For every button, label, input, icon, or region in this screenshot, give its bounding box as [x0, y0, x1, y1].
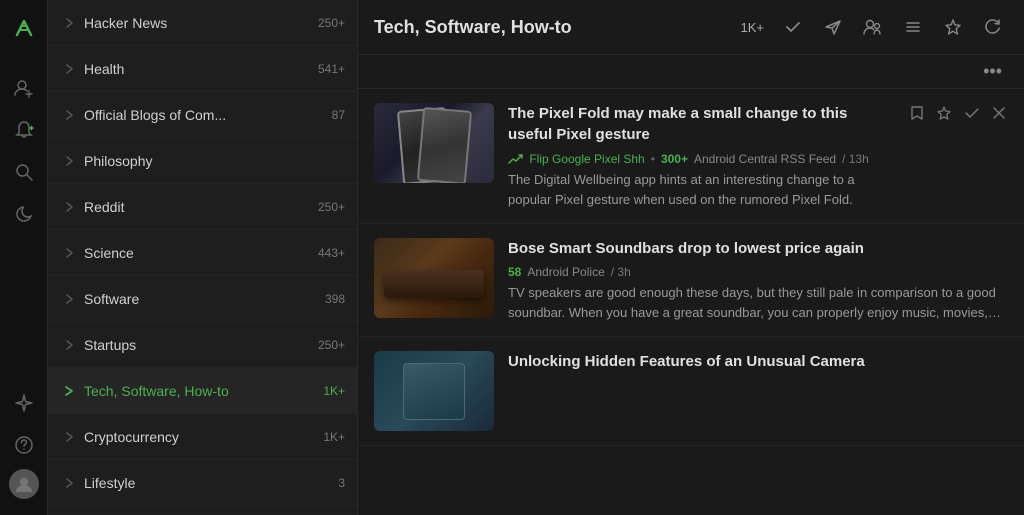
favorites-icon[interactable]: [938, 12, 968, 42]
main-header: Tech, Software, How-to 1K+: [358, 0, 1024, 55]
chevron-icon: [60, 60, 78, 78]
article-time: / 3h: [611, 265, 631, 279]
sidebar-item-count: 443+: [318, 246, 345, 260]
article-thumbnail: [374, 238, 494, 318]
bookmark-icon[interactable]: [908, 103, 926, 128]
article-description: TV speakers are good enough these days, …: [508, 283, 1008, 322]
article-time: / 13h: [842, 152, 869, 166]
sidebar-item-hacker-news[interactable]: Hacker News 250+: [48, 0, 357, 46]
night-mode-icon[interactable]: [6, 196, 42, 232]
source-name: Flip Google Pixel Shh: [508, 151, 645, 166]
sidebar-item-software[interactable]: Software 398: [48, 276, 357, 322]
sparkle-icon[interactable]: [6, 385, 42, 421]
sidebar-item-label: Official Blogs of Com...: [84, 107, 324, 123]
article-source-row: Flip Google Pixel Shh • 300+ Android Cen…: [508, 151, 894, 166]
more-options-row: •••: [358, 55, 1024, 89]
chevron-icon: [60, 336, 78, 354]
article-feed-name: Android Central RSS Feed: [694, 152, 836, 166]
sidebar-item-lifestyle[interactable]: Lifestyle 3: [48, 460, 357, 506]
sidebar-item-label: Reddit: [84, 199, 310, 215]
sidebar-item-label: Science: [84, 245, 310, 261]
sidebar-item-official-blogs-of-com-[interactable]: Official Blogs of Com... 87: [48, 92, 357, 138]
article-content: Bose Smart Soundbars drop to lowest pric…: [508, 238, 1008, 322]
sidebar-item-startups[interactable]: Startups 250+: [48, 322, 357, 368]
article-list: The Pixel Fold may make a small change t…: [358, 89, 1024, 515]
sidebar-item-label: Hacker News: [84, 15, 310, 31]
sidebar-item-label: Software: [84, 291, 317, 307]
article-item[interactable]: The Pixel Fold may make a small change t…: [358, 89, 1024, 224]
sidebar-item-health[interactable]: Health 541+: [48, 46, 357, 92]
mark-read-icon[interactable]: [778, 12, 808, 42]
add-team-icon[interactable]: [858, 12, 888, 42]
article-item[interactable]: Unlocking Hidden Features of an Unusual …: [358, 337, 1024, 446]
article-source-row: 58 Android Police / 3h: [508, 265, 1008, 279]
help-icon[interactable]: [6, 427, 42, 463]
sidebar-item-tech-software-how-to[interactable]: Tech, Software, How-to 1K+: [48, 368, 357, 414]
icon-rail: [0, 0, 48, 515]
sidebar-item-label: Startups: [84, 337, 310, 353]
list-view-icon[interactable]: [898, 12, 928, 42]
refresh-icon[interactable]: [978, 12, 1008, 42]
search-icon[interactable]: [6, 154, 42, 190]
send-icon[interactable]: [818, 12, 848, 42]
sidebar-item-count: 250+: [318, 16, 345, 30]
sidebar: Hacker News 250+ Health 541+ Official Blogs …: [48, 0, 358, 515]
user-avatar[interactable]: [9, 469, 39, 499]
article-title: Bose Smart Soundbars drop to lowest pric…: [508, 238, 1008, 259]
sidebar-item-count: 398: [325, 292, 345, 306]
sidebar-item-label: Health: [84, 61, 310, 77]
chevron-icon: [60, 152, 78, 170]
sidebar-item-label: Cryptocurrency: [84, 429, 315, 445]
article-item[interactable]: Bose Smart Soundbars drop to lowest pric…: [358, 224, 1024, 337]
notifications-icon[interactable]: [6, 112, 42, 148]
add-user-icon[interactable]: [6, 70, 42, 106]
sidebar-item-count: 250+: [318, 200, 345, 214]
page-title: Tech, Software, How-to: [374, 17, 741, 38]
chevron-icon: [60, 106, 78, 124]
chevron-icon: [60, 244, 78, 262]
sidebar-item-count: 87: [332, 108, 345, 122]
article-description: The Digital Wellbeing app hints at an in…: [508, 170, 894, 209]
dismiss-icon[interactable]: [990, 104, 1008, 127]
article-vote-count: 58: [508, 265, 521, 279]
article-count-badge: 1K+: [741, 20, 765, 35]
sidebar-item-label: Lifestyle: [84, 475, 330, 491]
sidebar-item-count: 3: [338, 476, 345, 490]
header-actions: 1K+: [741, 12, 1009, 42]
article-title: Unlocking Hidden Features of an Unusual …: [508, 351, 1008, 372]
article-thumbnail: [374, 103, 494, 183]
source-dot: •: [651, 152, 655, 166]
sidebar-item-label: Philosophy: [84, 153, 345, 169]
chevron-icon: [60, 14, 78, 32]
article-vote-count: 300+: [661, 152, 688, 166]
sidebar-item-count: 541+: [318, 62, 345, 76]
article-content: Unlocking Hidden Features of an Unusual …: [508, 351, 1008, 378]
star-icon[interactable]: [934, 103, 954, 128]
article-content: The Pixel Fold may make a small change t…: [508, 103, 894, 209]
article-action-buttons: [908, 103, 1008, 128]
sidebar-item-reddit[interactable]: Reddit 250+: [48, 184, 357, 230]
chevron-icon: [60, 290, 78, 308]
sidebar-item-count: 250+: [318, 338, 345, 352]
sidebar-item-science[interactable]: Science 443+: [48, 230, 357, 276]
sidebar-item-philosophy[interactable]: Philosophy: [48, 138, 357, 184]
article-feed-name: Android Police: [527, 265, 604, 279]
sidebar-item-cryptocurrency[interactable]: Cryptocurrency 1K+: [48, 414, 357, 460]
feedly-logo-icon[interactable]: [6, 10, 42, 46]
chevron-icon: [60, 382, 78, 400]
sidebar-item-label: Tech, Software, How-to: [84, 383, 315, 399]
sidebar-item-count: 1K+: [323, 384, 345, 398]
chevron-icon: [60, 198, 78, 216]
chevron-icon: [60, 474, 78, 492]
article-thumbnail: [374, 351, 494, 431]
more-options-button[interactable]: •••: [977, 59, 1008, 84]
chevron-icon: [60, 428, 78, 446]
check-read-icon[interactable]: [962, 104, 982, 127]
main-content: Tech, Software, How-to 1K+: [358, 0, 1024, 515]
sidebar-item-marketing[interactable]: Marketing32: [48, 506, 357, 515]
article-title: The Pixel Fold may make a small change t…: [508, 103, 894, 145]
sidebar-item-count: 1K+: [323, 430, 345, 444]
